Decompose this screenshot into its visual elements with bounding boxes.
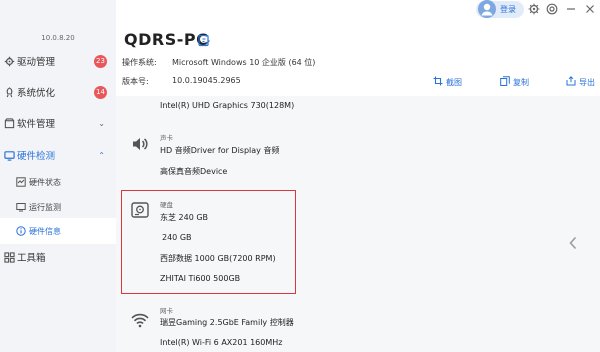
wifi-icon xyxy=(130,310,150,330)
selection-highlight-box xyxy=(121,190,296,294)
chevron-down-icon: ⌄ xyxy=(98,118,105,128)
notification-badge: 23 xyxy=(94,54,107,68)
chevron-left-icon[interactable] xyxy=(568,236,578,254)
list-item-sound-card: 声卡 HD 音频Driver for Display 音频 高保真音频Devic… xyxy=(116,128,600,184)
hardware-icon xyxy=(3,149,15,161)
gpu-line: Intel(R) UHD Graphics 730(128M) xyxy=(160,101,295,110)
sound-line: 高保真音频Device xyxy=(160,167,228,176)
network-line: Intel(R) Wi-Fi 6 AX201 160MHz xyxy=(160,338,283,347)
info-icon xyxy=(16,226,26,236)
edit-icon[interactable] xyxy=(198,32,211,47)
pulse-icon xyxy=(16,177,26,187)
sidebar-item-hardware-detect[interactable]: 硬件检测 ⌃ xyxy=(0,140,116,170)
gear-icon xyxy=(3,55,15,67)
export-icon xyxy=(566,76,576,88)
os-label: 操作系统: xyxy=(122,58,157,67)
sidebar-item-label: 驱动管理 xyxy=(17,57,56,68)
grid-icon xyxy=(3,251,15,263)
avatar[interactable] xyxy=(478,0,496,18)
sidebar-item-label: 硬件状态 xyxy=(29,177,61,187)
sidebar-item-label: 工具箱 xyxy=(17,253,46,264)
list-item-network-card: 网卡 瑞昱Gaming 2.5GbE Family 控制器 Intel(R) W… xyxy=(116,300,600,352)
minimize-icon[interactable] xyxy=(565,3,577,15)
close-icon[interactable] xyxy=(584,3,596,15)
network-line: 瑞昱Gaming 2.5GbE Family 控制器 xyxy=(160,318,294,327)
chevron-up-icon: ⌃ xyxy=(98,150,105,160)
export-button[interactable]: 导出 xyxy=(566,76,595,88)
sidebar-item-label: 软件管理 xyxy=(17,119,56,130)
version-label: 版本号: xyxy=(122,77,149,86)
version-row: 版本号: 10.0.19045.2965 xyxy=(122,76,241,87)
sidebar-subitem-runtime-monitor[interactable]: 运行监测 xyxy=(0,194,116,220)
sidebar-item-toolbox[interactable]: 工具箱 xyxy=(0,242,116,272)
sidebar-subitem-hardware-status[interactable]: 硬件状态 xyxy=(0,169,116,195)
sidebar-item-label: 硬件信息 xyxy=(29,226,61,236)
version-value: 10.0.19045.2965 xyxy=(172,76,241,85)
sidebar-item-driver-management[interactable]: 驱动管理 23 xyxy=(0,46,116,76)
copy-button[interactable]: 复制 xyxy=(500,76,529,88)
login-label[interactable]: 登录 xyxy=(500,4,516,15)
box-icon xyxy=(3,117,15,129)
sidebar-subitem-hardware-info[interactable]: 硬件信息 xyxy=(0,218,116,244)
os-row: 操作系统: Microsoft Windows 10 企业版 (64 位) xyxy=(122,57,315,68)
category-label: 网卡 xyxy=(160,307,173,315)
list-item-graphics: Intel(R) UHD Graphics 730(128M) xyxy=(116,96,600,122)
copy-label: 复制 xyxy=(513,77,529,87)
sidebar: 10.0.8.20 驱动管理 23 系统优化 14 软件管理 ⌄ 硬件检测 ⌃ … xyxy=(0,0,116,352)
sidebar-item-system-optimize[interactable]: 系统优化 14 xyxy=(0,77,116,107)
target-icon[interactable] xyxy=(546,3,558,15)
sidebar-item-label: 硬件检测 xyxy=(17,151,56,162)
screenshot-button[interactable]: 截图 xyxy=(433,76,462,88)
monitor-icon xyxy=(16,202,26,212)
sidebar-item-software-management[interactable]: 软件管理 ⌄ xyxy=(0,108,116,138)
copy-icon xyxy=(500,76,510,88)
rocket-icon xyxy=(3,86,15,98)
sound-line: HD 音频Driver for Display 音频 xyxy=(160,146,280,155)
settings-gear-icon[interactable] xyxy=(528,3,540,15)
sidebar-item-label: 系统优化 xyxy=(17,88,56,99)
pc-name-title: QDRS-PC xyxy=(124,30,209,49)
export-label: 导出 xyxy=(579,77,595,87)
os-value: Microsoft Windows 10 企业版 (64 位) xyxy=(172,58,316,67)
screenshot-label: 截图 xyxy=(446,77,462,87)
app-version: 10.0.8.20 xyxy=(41,34,75,42)
category-label: 声卡 xyxy=(160,134,173,142)
notification-badge: 14 xyxy=(94,85,107,99)
sidebar-item-label: 运行监测 xyxy=(29,202,61,212)
speaker-icon xyxy=(130,134,150,154)
screenshot-icon xyxy=(433,76,443,88)
